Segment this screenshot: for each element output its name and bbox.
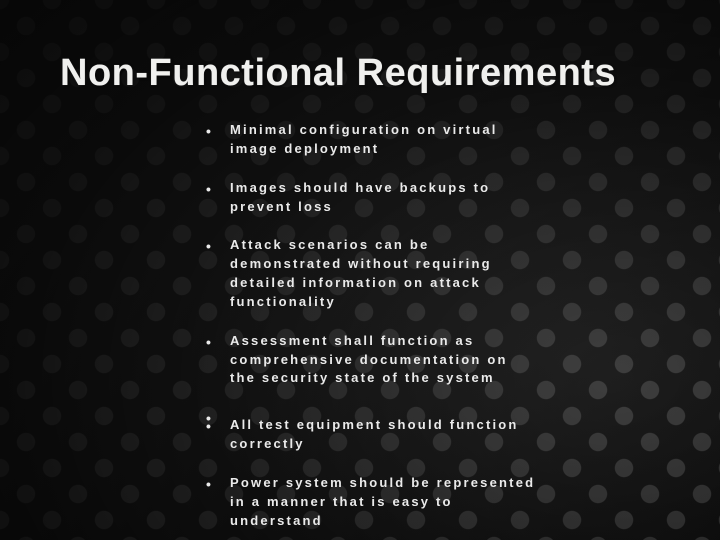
list-item: Attack scenarios can be demonstrated wit… [206, 236, 536, 311]
list-item: Assessment shall function as comprehensi… [206, 332, 536, 389]
list-item: Images should have backups to prevent lo… [206, 179, 536, 217]
slide: Non-Functional Requirements Minimal conf… [0, 0, 720, 540]
bullet-list: Minimal configuration on virtual image d… [206, 121, 536, 531]
list-item: Power system should be represented in a … [206, 474, 536, 531]
list-item [206, 408, 536, 414]
list-item: Minimal configuration on virtual image d… [206, 121, 536, 159]
list-item: All test equipment should function corre… [206, 416, 536, 454]
slide-title: Non-Functional Requirements [60, 52, 660, 95]
